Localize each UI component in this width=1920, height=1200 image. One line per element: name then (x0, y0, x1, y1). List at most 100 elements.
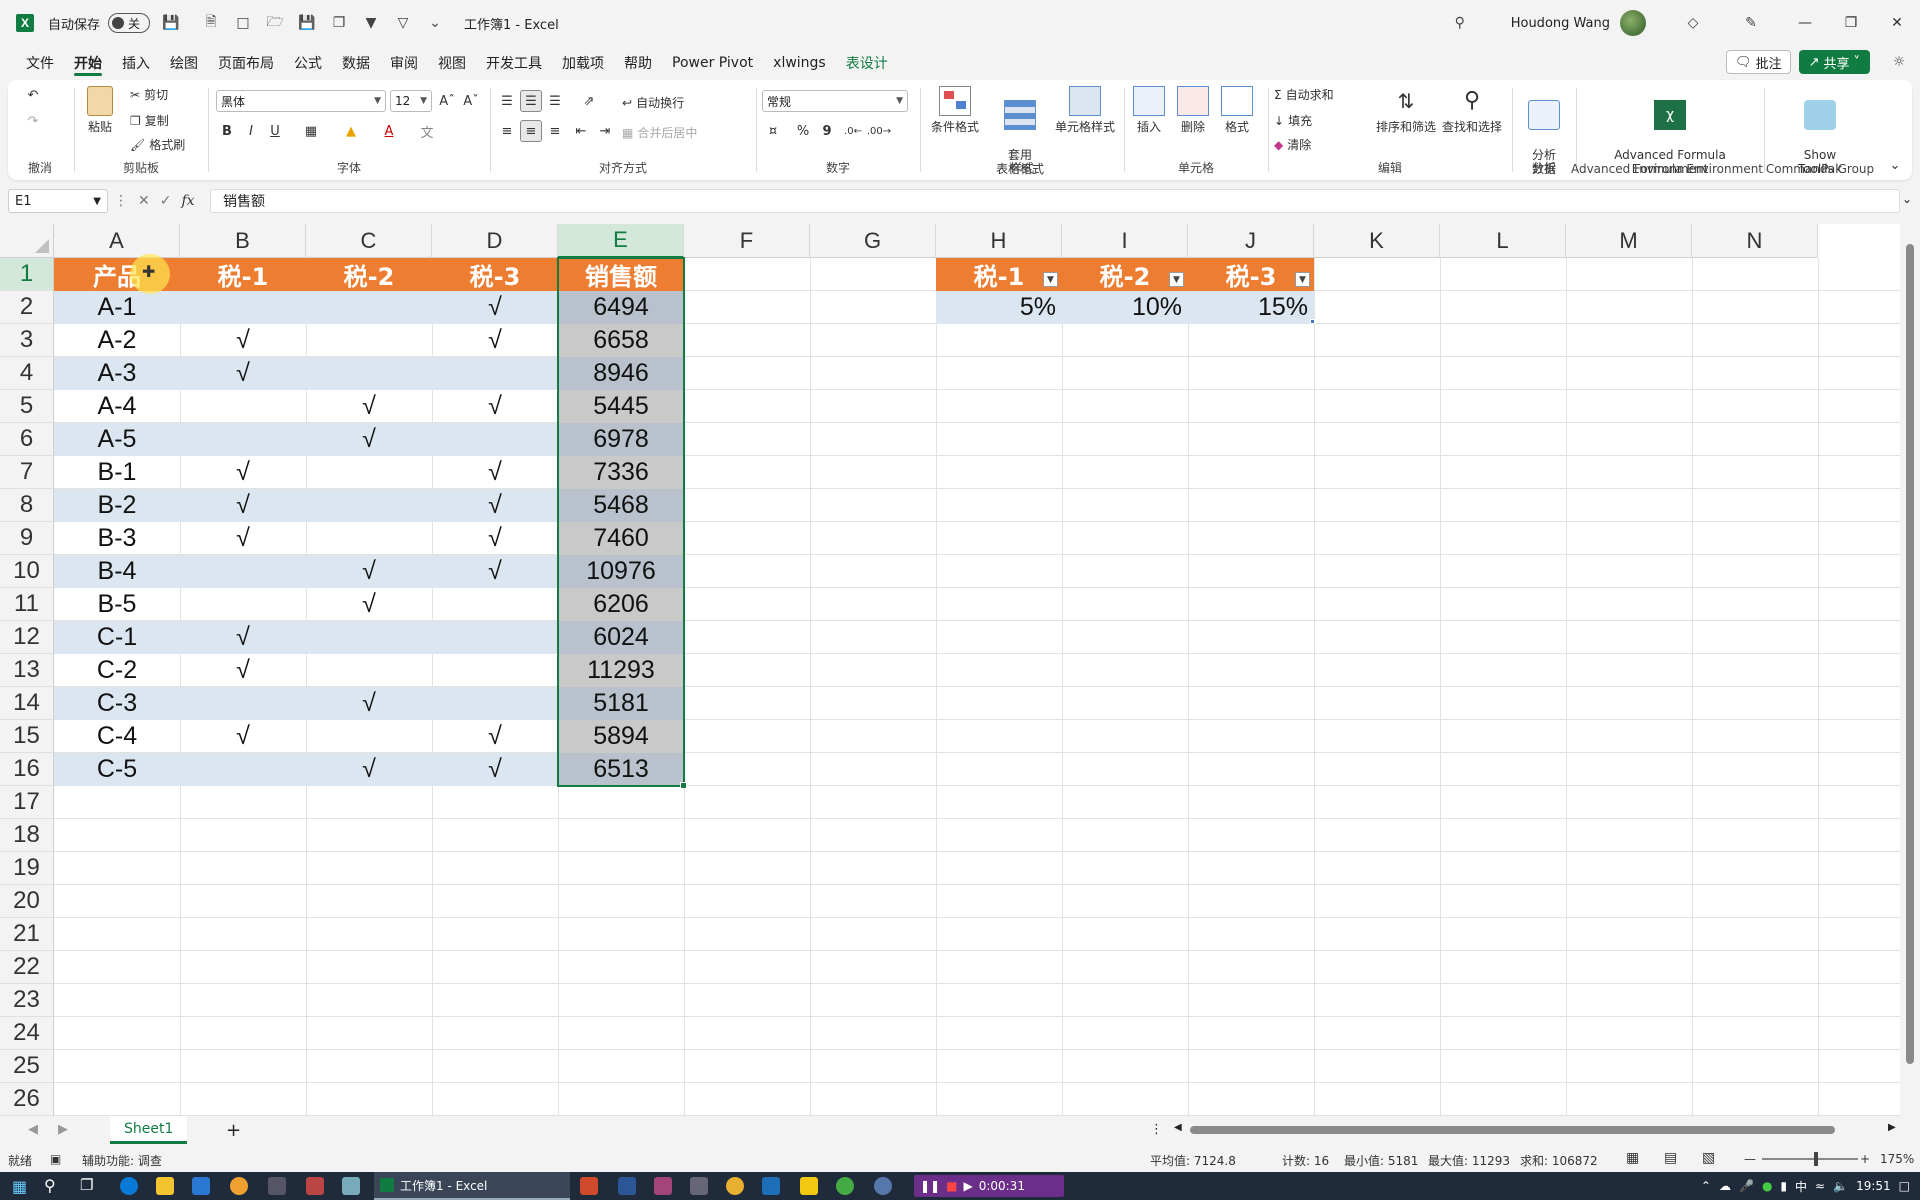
decrease-font-icon[interactable]: Aˇ (460, 90, 482, 112)
tab-view[interactable]: 视图 (428, 46, 476, 80)
align-middle-icon[interactable]: ☰ (520, 90, 542, 112)
decrease-indent-icon[interactable]: ⇤ (570, 120, 592, 142)
tab-developer[interactable]: 开发工具 (476, 46, 552, 80)
tray-volume-icon[interactable]: 🔈 (1833, 1179, 1848, 1193)
table-cell[interactable] (180, 291, 306, 324)
record-stop-icon[interactable]: ■ (946, 1179, 957, 1193)
table-cell[interactable] (180, 753, 306, 786)
chrome-icon[interactable] (726, 1177, 744, 1195)
table-cell[interactable]: √ (432, 456, 558, 489)
align-top-icon[interactable]: ☰ (496, 90, 518, 112)
powerpoint-icon[interactable] (580, 1177, 598, 1195)
table-cell[interactable]: 6206 (558, 588, 684, 621)
row-header[interactable]: 9 (0, 522, 54, 555)
table-resize-handle[interactable] (1310, 319, 1315, 324)
table-cell[interactable]: √ (180, 621, 306, 654)
fill-button[interactable]: ↓ 填充 (1274, 112, 1312, 129)
table-cell[interactable] (432, 687, 558, 720)
app9-icon[interactable] (874, 1177, 892, 1195)
copy-button[interactable]: ❐ 复制 (130, 112, 169, 129)
underline-button[interactable]: U (264, 120, 286, 142)
autosave-toggle[interactable]: 关 (108, 13, 151, 33)
insert-function-icon[interactable]: fx (181, 193, 194, 209)
table-cell[interactable] (306, 621, 432, 654)
table-cell[interactable]: √ (306, 687, 432, 720)
row-header[interactable]: 10 (0, 555, 54, 588)
column-header[interactable]: B (180, 224, 306, 258)
rate-value-cell[interactable]: 10% (1062, 291, 1188, 324)
table-cell[interactable]: √ (306, 423, 432, 456)
tab-page-layout[interactable]: 页面布局 (208, 46, 284, 80)
blank-file-icon[interactable]: □ (232, 12, 254, 34)
collapse-ribbon-icon[interactable]: ⌄ (1884, 154, 1906, 176)
row-header[interactable]: 14 (0, 687, 54, 720)
orientation-icon[interactable]: ⇗ (578, 90, 600, 112)
comments-button[interactable]: 🗨 批注 (1726, 50, 1791, 74)
row-header[interactable]: 20 (0, 885, 54, 918)
cell-styles-button[interactable]: 单元格样式 (1050, 86, 1120, 134)
table-cell[interactable]: √ (180, 720, 306, 753)
sheet-options-icon[interactable]: ⋮ (1150, 1122, 1163, 1137)
increase-decimal-icon[interactable]: .0← (842, 120, 864, 142)
filter-icon[interactable]: ▼ (360, 12, 382, 34)
table-cell[interactable]: √ (180, 357, 306, 390)
select-all-corner[interactable] (0, 224, 54, 258)
app-icon[interactable] (230, 1177, 248, 1195)
font-name-select[interactable]: 黑体 ▼ (216, 90, 386, 112)
record-pause-icon[interactable]: ❚❚ (920, 1179, 940, 1193)
cut-button[interactable]: ✂ 剪切 (130, 86, 168, 103)
align-right-icon[interactable]: ≡ (544, 120, 566, 142)
row-header[interactable]: 2 (0, 291, 54, 324)
accessibility-status[interactable]: 辅助功能: 调查 (82, 1152, 162, 1169)
name-box[interactable]: E1 ▼ (8, 189, 108, 213)
close-button[interactable]: ✕ (1874, 0, 1920, 46)
customize-qat-icon[interactable]: ⌄ (424, 12, 446, 34)
column-header[interactable]: L (1440, 224, 1566, 258)
tab-table-design[interactable]: 表设计 (836, 46, 898, 80)
table-header-cell[interactable]: 税-2 (306, 258, 432, 291)
row-header[interactable]: 25 (0, 1050, 54, 1083)
new-file-icon[interactable]: 🗎 (200, 12, 222, 34)
table-cell[interactable]: √ (432, 522, 558, 555)
add-sheet-icon[interactable]: + (226, 1120, 241, 1141)
table-cell[interactable]: √ (306, 753, 432, 786)
tray-clock[interactable]: 19:51 (1856, 1179, 1891, 1193)
table-cell[interactable]: √ (432, 753, 558, 786)
row-header[interactable]: 6 (0, 423, 54, 456)
row-header[interactable]: 11 (0, 588, 54, 621)
table-cell[interactable] (306, 324, 432, 357)
table-cell[interactable]: 6024 (558, 621, 684, 654)
table-cell[interactable]: √ (180, 522, 306, 555)
format-painter-button[interactable]: 🖌 格式刷 (130, 136, 185, 153)
zoom-slider[interactable] (1762, 1158, 1858, 1160)
macro-record-icon[interactable]: ▣ (50, 1152, 61, 1166)
app2-icon[interactable] (306, 1177, 324, 1195)
restore-button[interactable]: ❐ (1828, 0, 1874, 46)
align-left-icon[interactable]: ≡ (496, 120, 518, 142)
filter-dropdown-icon[interactable]: ▼ (1295, 272, 1310, 287)
search-icon[interactable]: ⚲ (44, 1176, 56, 1195)
increase-indent-icon[interactable]: ⇥ (594, 120, 616, 142)
app7-icon[interactable] (800, 1177, 818, 1195)
tab-formulas[interactable]: 公式 (284, 46, 332, 80)
filter-dropdown-icon[interactable]: ▼ (1043, 272, 1058, 287)
tab-addins[interactable]: 加载项 (552, 46, 614, 80)
table-cell[interactable]: B-5 (54, 588, 180, 621)
table-cell[interactable]: 5894 (558, 720, 684, 753)
fill-color-icon[interactable]: ▲ (340, 120, 362, 142)
scroll-left-icon[interactable]: ◀ (1174, 1122, 1182, 1133)
table-cell[interactable] (432, 621, 558, 654)
table-cell[interactable]: A-1 (54, 291, 180, 324)
table-cell[interactable] (306, 357, 432, 390)
decrease-decimal-icon[interactable]: .00→ (867, 120, 891, 142)
tab-help[interactable]: 帮助 (614, 46, 662, 80)
table-cell[interactable]: 6658 (558, 324, 684, 357)
table-cell[interactable]: C-4 (54, 720, 180, 753)
table-cell[interactable]: B-2 (54, 489, 180, 522)
table-cell[interactable]: 6978 (558, 423, 684, 456)
column-header[interactable]: C (306, 224, 432, 258)
column-header[interactable]: K (1314, 224, 1440, 258)
table-cell[interactable] (306, 522, 432, 555)
column-header[interactable]: E (558, 224, 684, 258)
table-cell[interactable] (306, 654, 432, 687)
